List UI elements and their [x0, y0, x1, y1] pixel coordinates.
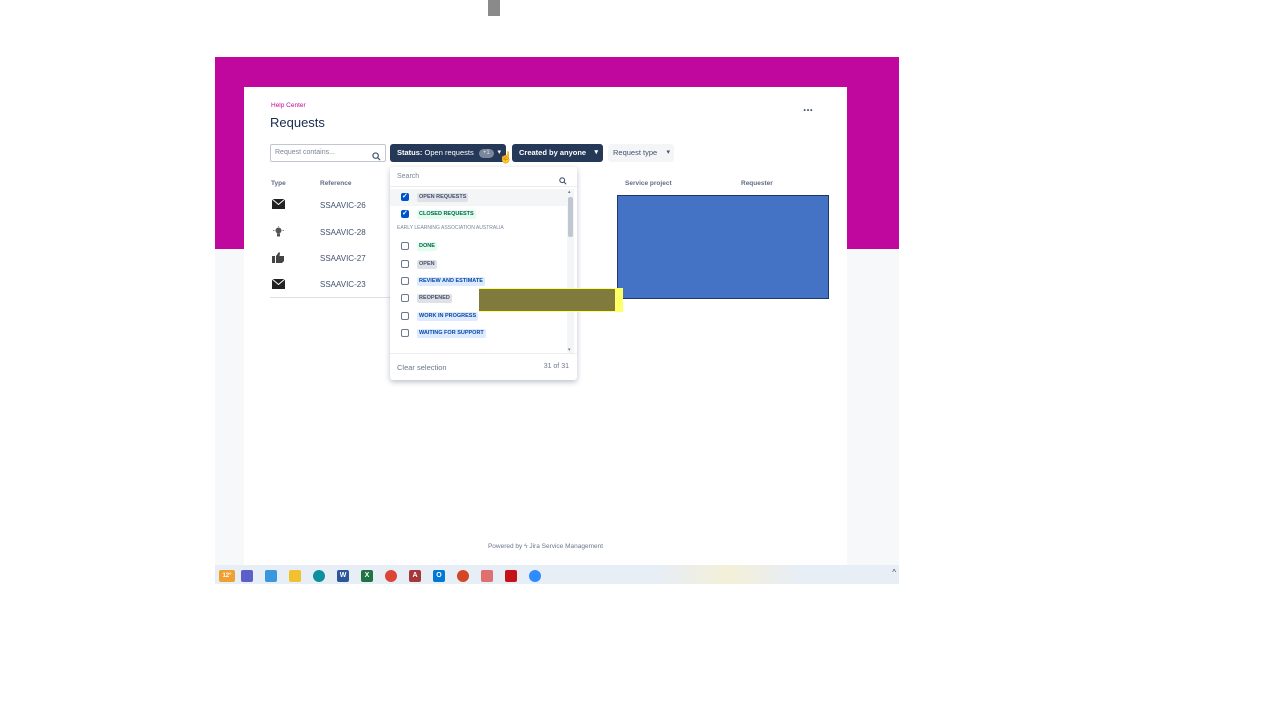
option-label: OPEN [417, 260, 437, 269]
windows-taskbar: 12° W X A O ^ [215, 565, 899, 584]
chevron-up-icon[interactable]: ^ [892, 568, 896, 577]
portal-card: Help Center Requests ... Request contain… [244, 87, 847, 565]
checkbox[interactable] [401, 192, 409, 201]
jira-logo-icon: ϟ [524, 543, 528, 550]
breadcrumb[interactable]: Help Center [271, 102, 306, 109]
more-options-icon[interactable]: ... [800, 101, 816, 113]
option-closed-requests[interactable]: CLOSED REQUESTS [390, 206, 567, 223]
weather-icon[interactable]: 12° [219, 570, 235, 582]
lightbulb-icon [272, 226, 286, 238]
checkbox[interactable] [401, 209, 409, 218]
scrollbar-thumb[interactable] [568, 197, 573, 237]
table-divider [270, 297, 390, 298]
status-count-badge: +1 [478, 148, 494, 158]
access-icon[interactable]: A [409, 570, 421, 582]
created-by-filter-button[interactable]: Created by anyone ▾ [512, 144, 603, 162]
column-header-requester[interactable]: Requester [741, 180, 773, 187]
word-icon[interactable]: W [337, 570, 349, 582]
column-header-service-project[interactable]: Service project [625, 180, 672, 187]
request-type-label: Request type [613, 148, 658, 157]
acrobat-icon[interactable] [505, 570, 517, 582]
option-label: WAITING FOR SUPPORT [417, 329, 486, 338]
redaction-box [479, 289, 615, 311]
chrome-icon[interactable] [385, 570, 397, 582]
dropdown-search-placeholder: Search [397, 173, 420, 180]
redaction-box [617, 195, 829, 299]
thumbs-up-icon [272, 252, 286, 264]
dropdown-search-input[interactable]: Search [390, 167, 577, 187]
option-open[interactable]: OPEN [390, 256, 567, 273]
top-marker [488, 0, 500, 16]
table-row-reference[interactable]: SSAAVIC-28 [320, 228, 366, 237]
dropdown-scrollbar[interactable]: ▴ ▾ [567, 189, 574, 353]
search-icon [372, 148, 381, 166]
checkbox[interactable] [401, 242, 409, 250]
chevron-down-icon: ▾ [594, 149, 598, 156]
highlight-redaction [479, 288, 623, 312]
envelope-icon [271, 198, 286, 211]
selection-count: 31 of 31 [543, 363, 569, 370]
dropdown-option-list[interactable]: OPEN REQUESTS CLOSED REQUESTS EARLY LEAR… [390, 189, 567, 353]
table-row-reference[interactable]: SSAAVIC-27 [320, 254, 366, 263]
status-filter-button[interactable]: Status: Open requests +1 ▾ [390, 144, 506, 162]
weather-temp: 12° [222, 573, 232, 579]
status-filter-value: Open requests [424, 148, 474, 157]
browser-screen: Help Center Requests ... Request contain… [215, 57, 899, 584]
request-type-filter-button[interactable]: Request type ▾ [608, 144, 674, 162]
scroll-up-icon[interactable]: ▴ [568, 189, 571, 195]
table-row-reference[interactable]: SSAAVIC-23 [320, 280, 366, 289]
checkbox[interactable] [401, 260, 409, 268]
table-row-reference[interactable]: SSAAVIC-26 [320, 201, 366, 210]
snipping-tool-icon[interactable] [481, 570, 493, 582]
powerpoint-icon[interactable] [457, 570, 469, 582]
file-explorer-icon[interactable] [289, 570, 301, 582]
envelope-icon [271, 278, 286, 291]
hand-cursor-icon: ☝ [499, 152, 513, 164]
search-icon [559, 172, 567, 190]
zoom-icon[interactable] [529, 570, 541, 582]
chevron-down-icon: ▾ [666, 149, 670, 156]
column-header-type[interactable]: Type [271, 180, 286, 187]
status-dropdown: Search OPEN REQUESTS CLOSED REQUESTS EAR… [390, 167, 577, 380]
clear-selection-button[interactable]: Clear selection [397, 363, 447, 372]
option-label: REVIEW AND ESTIMATE [417, 277, 485, 286]
option-done[interactable]: DONE [390, 238, 567, 255]
edge-icon[interactable] [313, 570, 325, 582]
checkbox[interactable] [401, 277, 409, 285]
outlook-icon[interactable]: O [433, 570, 445, 582]
option-label: OPEN REQUESTS [417, 193, 469, 202]
excel-icon[interactable]: X [361, 570, 373, 582]
search-placeholder: Request contains... [275, 149, 335, 156]
search-input[interactable]: Request contains... [270, 144, 386, 162]
dropdown-group-label: EARLY LEARNING ASSOCIATION AUSTRALIA [397, 225, 504, 231]
product-name[interactable]: Jira Service Management [529, 543, 603, 550]
teams-icon[interactable] [241, 570, 253, 582]
checkbox[interactable] [401, 312, 409, 320]
status-filter-label: Status: [397, 148, 423, 157]
powered-by-footer: Powered by ϟ Jira Service Management [244, 543, 847, 550]
option-label: DONE [417, 242, 437, 251]
option-label: REOPENED [417, 294, 452, 303]
created-by-label: Created by anyone [519, 148, 587, 157]
option-label: WORK IN PROGRESS [417, 312, 479, 321]
option-waiting-for-support[interactable]: WAITING FOR SUPPORT [390, 325, 567, 342]
powered-by-label: Powered by [487, 543, 523, 550]
column-header-reference[interactable]: Reference [320, 180, 351, 187]
checkbox[interactable] [401, 294, 409, 302]
photos-icon[interactable] [265, 570, 277, 582]
dropdown-footer: Clear selection 31 of 31 [390, 353, 577, 380]
checkbox[interactable] [401, 329, 409, 337]
option-open-requests[interactable]: OPEN REQUESTS [390, 189, 567, 206]
page-title: Requests [270, 115, 325, 130]
option-label: CLOSED REQUESTS [417, 210, 476, 219]
